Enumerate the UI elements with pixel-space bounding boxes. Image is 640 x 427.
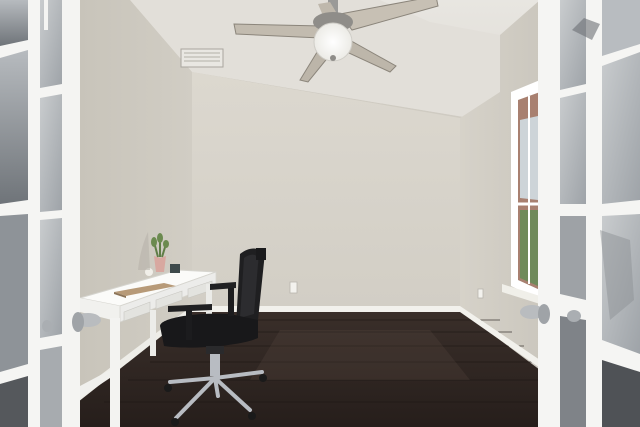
french-door-right (520, 0, 640, 427)
room-photo (0, 0, 640, 427)
wall-outlet (477, 288, 484, 299)
air-vent (180, 48, 224, 68)
room-illustration (0, 0, 640, 427)
wall-outlet (289, 281, 298, 294)
